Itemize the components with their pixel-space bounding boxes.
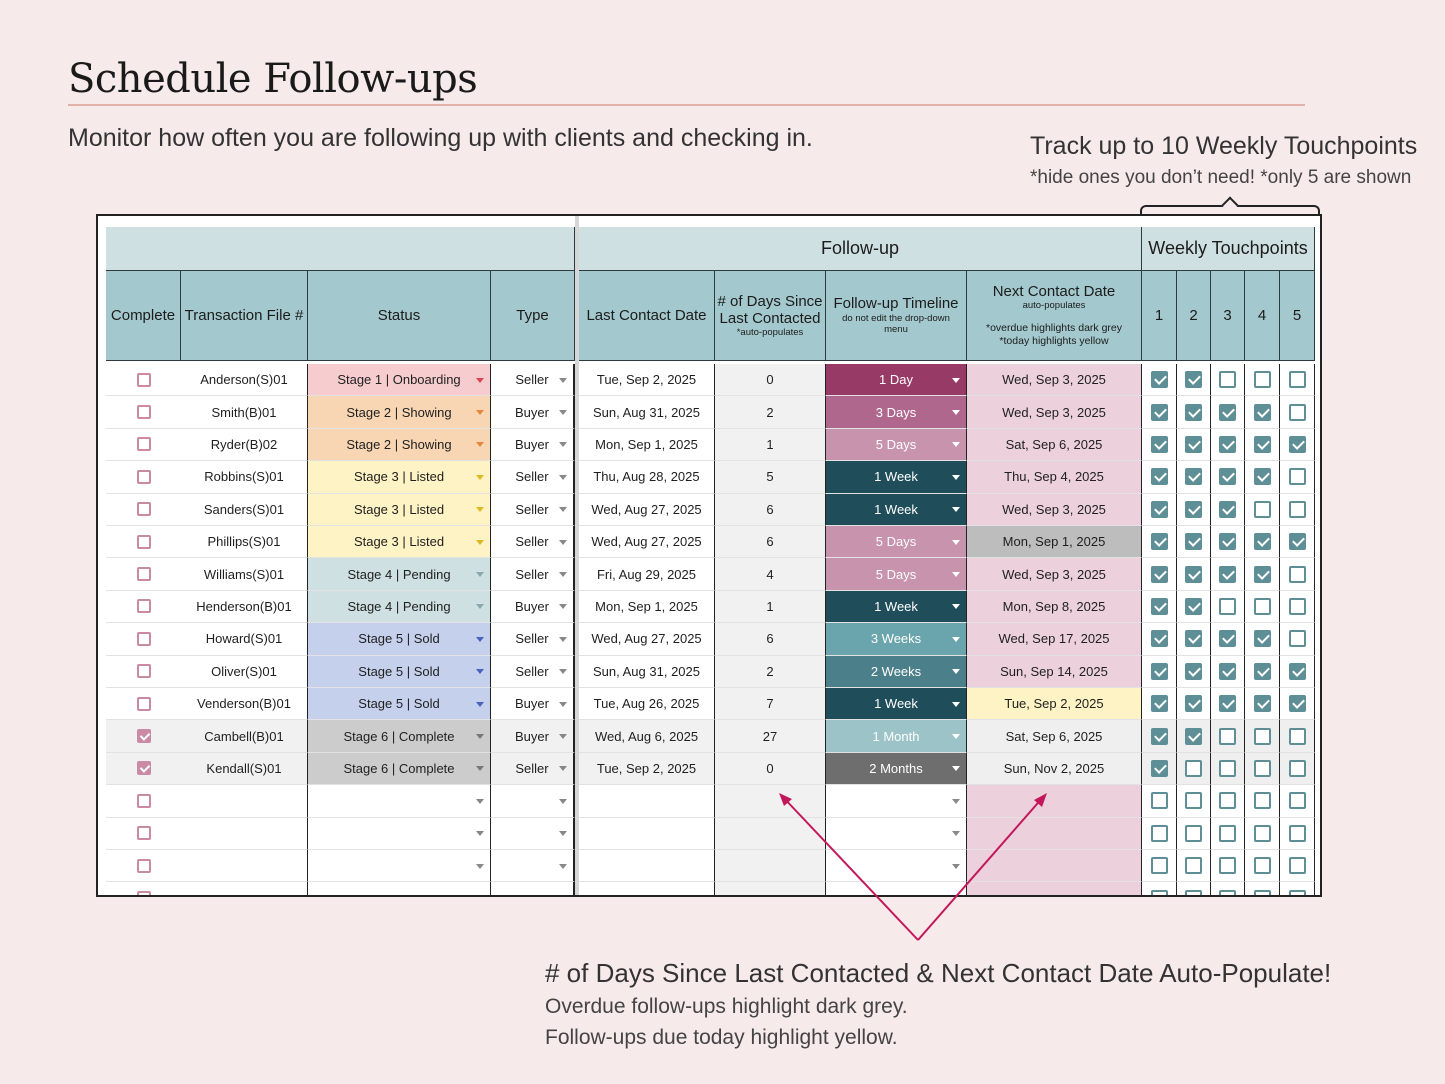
arrow-to-next-contact <box>917 795 1045 941</box>
callout-arrows <box>779 793 1047 941</box>
autopopulate-callout-line-2: Follow-ups due today highlight yellow. <box>545 1026 898 1049</box>
arrow-to-days-since <box>781 795 919 941</box>
autopopulate-callout-line-1: Overdue follow-ups highlight dark grey. <box>545 995 908 1018</box>
autopopulate-callout-title: # of Days Since Last Contacted & Next Co… <box>545 958 1332 988</box>
